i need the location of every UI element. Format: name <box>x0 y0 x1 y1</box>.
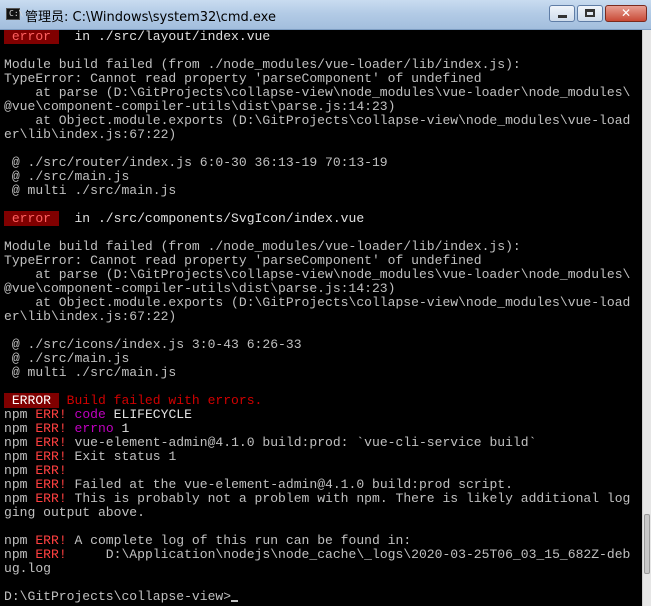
npm-err-key: errno <box>74 421 114 436</box>
npm-prefix: npm <box>4 435 36 450</box>
scrollbar-thumb[interactable] <box>644 514 650 574</box>
npm-err-text: Exit status 1 <box>66 449 177 464</box>
npm-prefix: npm <box>4 477 36 492</box>
output-line: at parse (D:\GitProjects\collapse-view\n… <box>4 267 631 282</box>
minimize-button[interactable] <box>549 5 575 22</box>
console-output[interactable]: error in ./src/layout/index.vue Module b… <box>0 30 643 606</box>
command-prompt: D:\GitProjects\collapse-view> <box>4 589 232 604</box>
window-title: 管理员: C:\Windows\system32\cmd.exe <box>25 10 276 25</box>
npm-err-line: npm ERR! A complete log of this run can … <box>4 534 643 548</box>
npm-prefix: npm <box>4 533 36 548</box>
output-line: at parse (D:\GitProjects\collapse-view\n… <box>4 85 631 100</box>
window-controls: ✕ <box>547 5 647 23</box>
close-button[interactable]: ✕ <box>605 5 647 22</box>
output-line: Module build failed (from ./node_modules… <box>4 239 521 254</box>
npm-err-tag: ERR! <box>35 463 67 478</box>
npm-err-tag: ERR! <box>35 449 67 464</box>
npm-err-key: code <box>74 407 106 422</box>
output-line: @ ./src/main.js <box>4 169 130 184</box>
npm-err-line: npm ERR! This is probably not a problem … <box>4 492 643 506</box>
output-line: @ multi ./src/main.js <box>4 183 177 198</box>
npm-err-text: This is probably not a problem with npm.… <box>66 491 631 506</box>
console-lines: error in ./src/layout/index.vue Module b… <box>4 30 643 604</box>
error-line: error in ./src/components/SvgIcon/index.… <box>4 211 643 226</box>
npm-err-text: vue-element-admin@4.1.0 build:prod: `vue… <box>66 435 537 450</box>
npm-err-value: ELIFECYCLE <box>105 407 192 422</box>
cmd-window: C:\ 管理员: C:\Windows\system32\cmd.exe ✕ e… <box>0 0 651 606</box>
output-line: ug.log <box>4 561 51 576</box>
output-line: @vue\component-compiler-utils\dist\parse… <box>4 99 396 114</box>
output-line: @vue\component-compiler-utils\dist\parse… <box>4 281 396 296</box>
output-line: ging output above. <box>4 505 145 520</box>
error-badge: error <box>4 30 59 44</box>
npm-err-line: npm ERR! D:\Application\nodejs\node_cach… <box>4 548 643 562</box>
maximize-icon <box>585 9 595 17</box>
output-line: TypeError: Cannot read property 'parseCo… <box>4 253 482 268</box>
close-icon: ✕ <box>620 6 632 20</box>
output-line: at Object.module.exports (D:\GitProjects… <box>4 113 631 128</box>
output-line: @ multi ./src/main.js <box>4 365 177 380</box>
output-line: @ ./src/main.js <box>4 351 130 366</box>
npm-err-line: npm ERR! code ELIFECYCLE <box>4 408 643 422</box>
npm-err-text: D:\Application\nodejs\node_cache\_logs\2… <box>66 547 631 562</box>
npm-prefix: npm <box>4 491 36 506</box>
output-line: er\lib\index.js:67:22) <box>4 127 177 142</box>
output-line: er\lib\index.js:67:22) <box>4 309 177 324</box>
output-line: at Object.module.exports (D:\GitProjects… <box>4 295 631 310</box>
npm-err-tag: ERR! <box>35 533 67 548</box>
npm-prefix: npm <box>4 547 36 562</box>
prompt-line[interactable]: D:\GitProjects\collapse-view> <box>4 590 643 604</box>
npm-err-value: 1 <box>113 421 130 436</box>
error-line: error in ./src/layout/index.vue <box>4 30 643 44</box>
error-badge: error <box>4 211 59 226</box>
npm-err-text <box>67 407 75 422</box>
npm-err-line: npm ERR! errno 1 <box>4 422 643 436</box>
minimize-icon <box>558 15 567 18</box>
output-line: @ ./src/icons/index.js 3:0-43 6:26-33 <box>4 337 302 352</box>
npm-err-tag: ERR! <box>35 477 67 492</box>
console-icon: C:\ <box>6 8 23 20</box>
npm-prefix: npm <box>4 421 36 436</box>
title-bar[interactable]: C:\ 管理员: C:\Windows\system32\cmd.exe ✕ <box>0 0 651 30</box>
output-line: @ ./src/router/index.js 6:0-30 36:13-19 … <box>4 155 388 170</box>
error-location: in ./src/components/SvgIcon/index.vue <box>58 211 365 226</box>
npm-prefix: npm <box>4 463 36 478</box>
build-error-message: Build failed with errors. <box>58 393 263 408</box>
build-error-badge: ERROR <box>4 393 59 408</box>
npm-err-text: A complete log of this run can be found … <box>66 533 412 548</box>
npm-err-tag: ERR! <box>35 491 67 506</box>
output-line: Module build failed (from ./node_modules… <box>4 57 521 72</box>
npm-err-tag: ERR! <box>35 407 67 422</box>
npm-err-line: npm ERR! Failed at the vue-element-admin… <box>4 478 643 492</box>
npm-err-tag: ERR! <box>35 547 67 562</box>
output-line: TypeError: Cannot read property 'parseCo… <box>4 71 482 86</box>
npm-err-tag: ERR! <box>35 435 67 450</box>
npm-err-tag: ERR! <box>35 421 67 436</box>
error-location: in ./src/layout/index.vue <box>58 30 271 44</box>
npm-prefix: npm <box>4 407 36 422</box>
npm-err-line: npm ERR! Exit status 1 <box>4 450 643 464</box>
npm-err-line: npm ERR! <box>4 464 643 478</box>
npm-err-text: Failed at the vue-element-admin@4.1.0 bu… <box>66 477 513 492</box>
build-error-line: ERROR Build failed with errors. <box>4 393 643 408</box>
text-cursor <box>231 600 239 602</box>
npm-err-text <box>67 421 75 436</box>
maximize-button[interactable] <box>577 5 603 22</box>
vertical-scrollbar[interactable] <box>642 30 651 606</box>
npm-prefix: npm <box>4 449 36 464</box>
npm-err-line: npm ERR! vue-element-admin@4.1.0 build:p… <box>4 436 643 450</box>
